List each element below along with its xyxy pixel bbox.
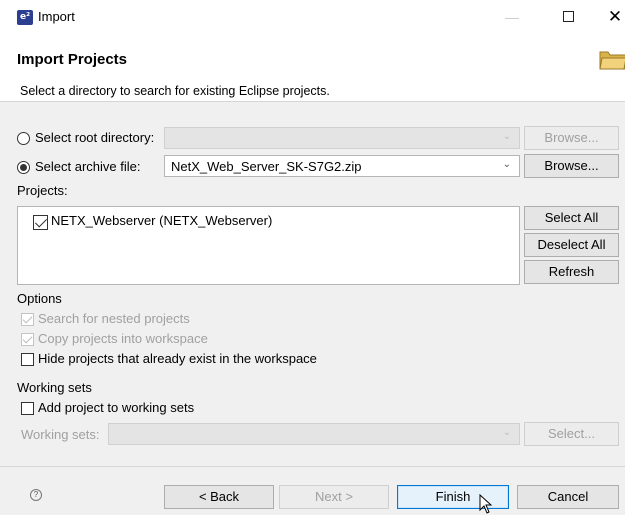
next-button[interactable]: Next > [279, 485, 389, 509]
root-directory-label: Select root directory: [35, 130, 155, 145]
mouse-pointer-icon [479, 494, 493, 514]
page-title: Import Projects [17, 51, 128, 68]
project-item-label: NETX_Webserver (NETX_Webserver) [51, 213, 273, 228]
window-title: Import [38, 9, 75, 24]
archive-file-label: Select archive file: [35, 159, 141, 174]
chevron-down-icon: ⌄ [502, 159, 511, 170]
working-sets-field-label: Working sets: [21, 427, 100, 442]
folder-icon [599, 51, 625, 70]
archive-file-browse-button[interactable]: Browse... [524, 154, 619, 178]
chevron-down-icon: ⌄ [502, 427, 511, 438]
search-nested-label: Search for nested projects [38, 311, 190, 326]
working-sets-combo[interactable]: ⌄ [108, 423, 520, 445]
back-button[interactable]: < Back [164, 485, 274, 509]
maximize-icon [562, 11, 574, 23]
help-icon[interactable]: ? [30, 489, 42, 501]
deselect-all-button[interactable]: Deselect All [524, 233, 619, 257]
minimize-button[interactable]: — [497, 4, 527, 30]
root-directory-browse-button[interactable]: Browse... [524, 126, 619, 150]
hide-existing-label: Hide projects that already exist in the … [38, 351, 317, 366]
add-to-working-sets-label: Add project to working sets [38, 400, 195, 415]
project-checkbox[interactable] [33, 215, 48, 230]
copy-into-workspace-label: Copy projects into workspace [38, 331, 208, 346]
select-all-button[interactable]: Select All [524, 206, 619, 230]
archive-file-combo[interactable]: NetX_Web_Server_SK-S7G2.zip ⌄ [164, 155, 520, 177]
hide-existing-checkbox[interactable] [21, 353, 34, 366]
archive-file-value: NetX_Web_Server_SK-S7G2.zip [171, 159, 362, 174]
page-description: Select a directory to search for existin… [20, 84, 330, 98]
options-label: Options [17, 291, 62, 306]
import-dialog: e² Import — ✕ Import Projects Select a d… [0, 0, 625, 515]
search-nested-checkbox[interactable] [21, 313, 34, 326]
cancel-button[interactable]: Cancel [517, 485, 619, 509]
add-to-working-sets-checkbox[interactable] [21, 402, 34, 415]
copy-into-workspace-checkbox[interactable] [21, 333, 34, 346]
chevron-down-icon: ⌄ [502, 131, 511, 142]
title-bar[interactable]: e² Import — ✕ [0, 0, 625, 34]
archive-file-radio[interactable] [17, 161, 30, 174]
wizard-header: Import Projects Select a directory to se… [0, 34, 625, 102]
footer-separator [0, 466, 625, 467]
eclipse-app-icon: e² [17, 10, 33, 25]
root-directory-radio[interactable] [17, 132, 30, 145]
working-sets-label: Working sets [17, 380, 92, 395]
refresh-button[interactable]: Refresh [524, 260, 619, 284]
close-button[interactable]: ✕ [600, 4, 625, 30]
projects-list[interactable]: NETX_Webserver (NETX_Webserver) [17, 206, 520, 285]
working-sets-select-button[interactable]: Select... [524, 422, 619, 446]
root-directory-combo[interactable]: ⌄ [164, 127, 520, 149]
projects-label: Projects: [17, 183, 68, 198]
maximize-button[interactable] [553, 4, 583, 30]
